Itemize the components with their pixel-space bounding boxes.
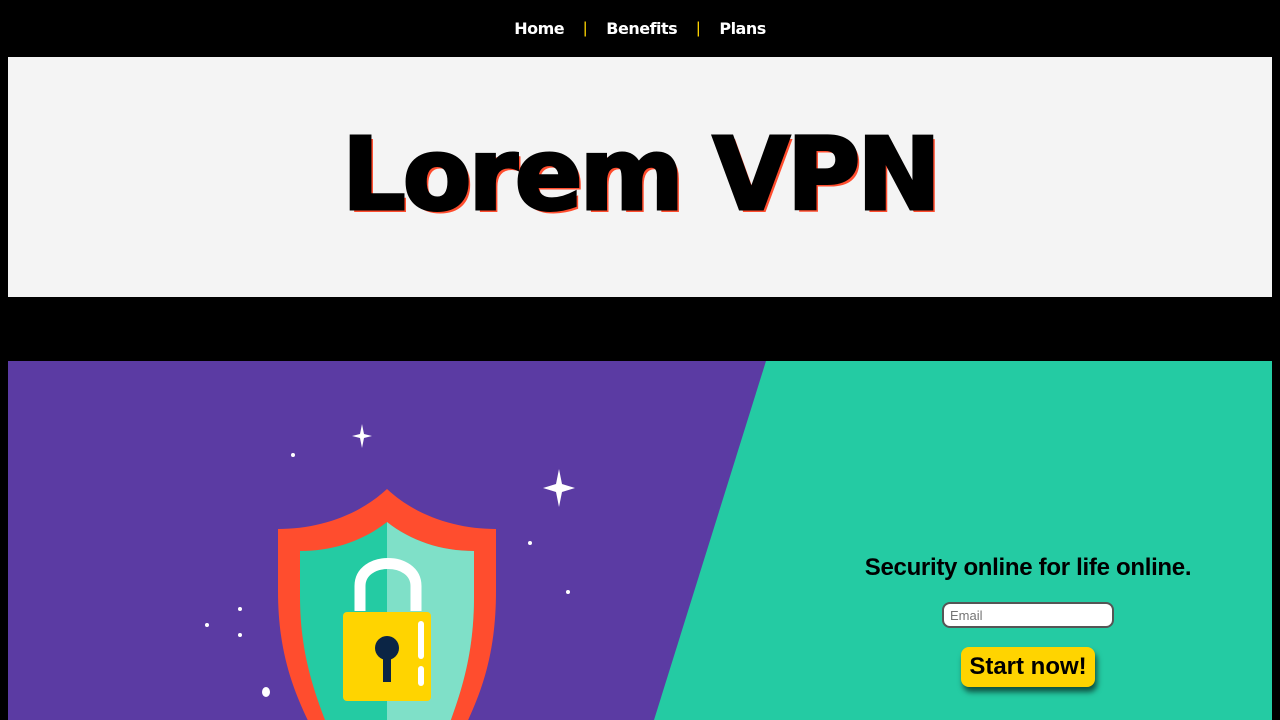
nav-home[interactable]: Home: [514, 19, 564, 38]
nav-plans[interactable]: Plans: [719, 19, 766, 38]
nav-benefits[interactable]: Benefits: [606, 19, 677, 38]
start-now-button[interactable]: Start now!: [961, 647, 1095, 687]
signup-form: Security online for life online. Start n…: [828, 554, 1228, 687]
site-title: Lorem VPN: [341, 115, 943, 235]
email-input[interactable]: [942, 602, 1114, 628]
top-nav: Home | Benefits | Plans: [0, 0, 1280, 57]
cta-headline: Security online for life online.: [864, 554, 1192, 581]
hero-banner: Lorem VPN: [8, 57, 1272, 297]
signup-section: Security online for life online. Start n…: [8, 361, 1272, 720]
nav-separator: |: [583, 19, 588, 37]
nav-separator: |: [696, 19, 701, 37]
